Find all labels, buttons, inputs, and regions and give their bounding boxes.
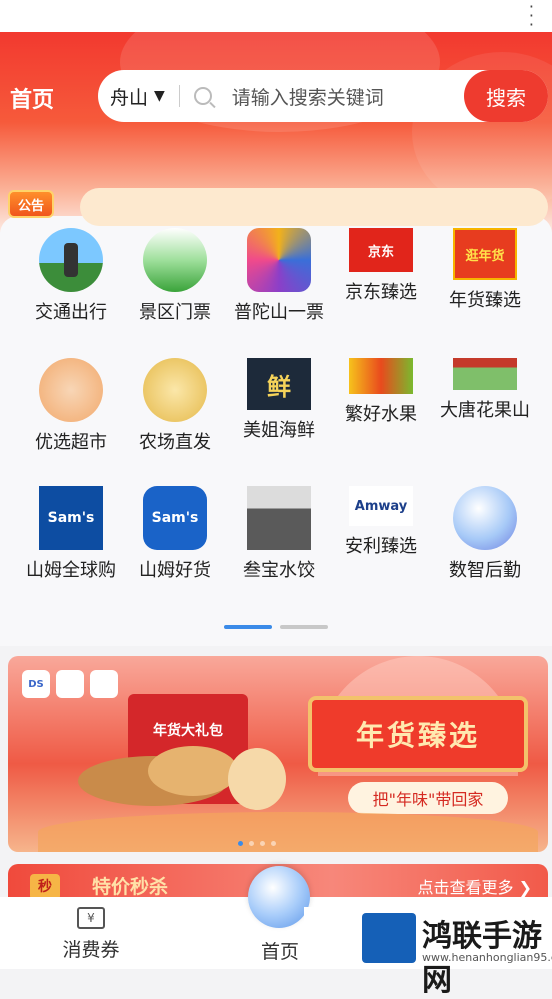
search-bar[interactable]: 舟山 ▼ 请输入搜索关键词 搜索	[98, 70, 548, 122]
flash-sale-more-link[interactable]: 点击查看更多 ❯	[418, 874, 533, 898]
banner-slogan: 把"年味"带回家	[348, 782, 508, 814]
grid-item-sams-goods[interactable]: Sam's 山姆好货	[123, 486, 227, 582]
sams-club-icon: Sam's	[39, 486, 103, 550]
new-year-goods-icon: 逛年货	[453, 228, 517, 280]
caret-down-icon: ▼	[154, 88, 165, 104]
search-icon	[193, 87, 212, 105]
grid-item-jd[interactable]: 京东 京东臻选	[329, 228, 433, 304]
banner-logos: DS	[22, 670, 118, 698]
grid-label: 数智后勤	[449, 560, 521, 581]
grid-item-supermarket[interactable]: 优选超市	[19, 358, 123, 454]
partner-logo-icon	[56, 670, 84, 698]
grid-label: 农场直发	[139, 432, 211, 453]
grid-item-logistics[interactable]: 数智后勤	[433, 486, 537, 582]
page-title: 首页	[10, 88, 55, 113]
grid-label: 京东臻选	[345, 282, 417, 303]
grid-label: 美姐海鲜	[243, 420, 315, 441]
grid-label: 交通出行	[35, 302, 107, 323]
grid-label: 繁好水果	[345, 404, 417, 425]
tab-home-label: 首页	[260, 941, 299, 963]
tab-home[interactable]: 首页	[250, 937, 310, 964]
walnuts-icon	[148, 746, 238, 796]
grid-label: 大唐花果山	[440, 400, 530, 421]
digital-logistics-icon	[453, 486, 517, 550]
dumpling-shop-icon	[247, 486, 311, 550]
grid-item-putuo[interactable]: 普陀山一票	[227, 228, 331, 324]
grid-pager	[224, 625, 328, 629]
flash-sale-title: 特价秒杀	[92, 876, 169, 898]
scenic-ticket-icon	[143, 228, 207, 292]
city-selector[interactable]: 舟山 ▼	[98, 83, 165, 110]
fruit-icon	[349, 358, 413, 394]
city-label: 舟山	[110, 86, 149, 109]
notice-badge: 公告	[8, 190, 54, 218]
grid-label: 景区门票	[139, 302, 211, 323]
watermark-url: www.henanhonglian95.com	[422, 951, 552, 964]
tab-coupon-label: 消费券	[62, 939, 120, 961]
promo-banner[interactable]: DS 年货大礼包 年货臻选 把"年味"带回家	[8, 656, 548, 852]
partner-logo-icon	[90, 670, 118, 698]
grid-item-scenic[interactable]: 景区门票	[123, 228, 227, 324]
banner-dot	[249, 841, 254, 846]
watermark-logo-icon	[362, 913, 416, 963]
more-vertical-icon[interactable]: · · ·	[529, 0, 534, 33]
grid-item-sams-global[interactable]: Sam's 山姆全球购	[19, 486, 123, 582]
search-button[interactable]: 搜索	[464, 70, 548, 122]
amway-logo-icon: Amway	[349, 486, 413, 526]
grid-label: 优选超市	[35, 432, 107, 453]
coupon-icon: ¥	[77, 907, 105, 929]
header: 首页 舟山 ▼ 请输入搜索关键词 搜索 公告	[0, 32, 552, 232]
banner-dot	[271, 841, 276, 846]
grid-item-farm[interactable]: 农场直发	[123, 358, 227, 454]
fruit-shop-icon	[453, 358, 517, 390]
grid-item-traffic[interactable]: 交通出行	[19, 228, 123, 324]
grid-label: 叁宝水饺	[243, 560, 315, 581]
traffic-light-icon	[39, 228, 103, 292]
grid-label: 安利臻选	[345, 536, 417, 557]
ds-logo-icon: DS	[22, 670, 50, 698]
watermark: 鸿联手游网 www.henanhonglian95.com	[304, 907, 552, 998]
grid-item-amway[interactable]: Amway 安利臻选	[329, 486, 433, 558]
pager-dot[interactable]	[280, 625, 328, 629]
divider	[178, 85, 180, 107]
notice-marquee[interactable]	[80, 188, 548, 226]
banner-stage	[38, 812, 538, 852]
banner-dots	[238, 841, 276, 846]
pager-dot-active[interactable]	[224, 625, 272, 629]
grid-item-seafood[interactable]: 鲜 美姐海鲜	[227, 358, 331, 442]
grid-label: 普陀山一票	[234, 302, 324, 323]
banner-dot-active	[238, 841, 243, 846]
tiger-mascot-icon	[228, 748, 286, 810]
grid-item-datang[interactable]: 大唐花果山	[433, 358, 537, 422]
supermarket-icon	[39, 358, 103, 422]
farm-icon	[143, 358, 207, 422]
grid-item-fruit[interactable]: 繁好水果	[329, 358, 433, 426]
tab-coupon[interactable]: ¥ 消费券	[56, 907, 126, 962]
banner-dot	[260, 841, 265, 846]
top-bar: · · ·	[0, 0, 552, 33]
putuoshan-icon	[247, 228, 311, 292]
grid-label: 山姆好货	[139, 560, 211, 581]
seafood-logo-icon: 鲜	[247, 358, 311, 410]
jd-logo-icon: 京东	[349, 228, 413, 272]
home-tab-bubble-icon[interactable]	[248, 866, 310, 928]
sams-club-thumb-icon: Sam's	[143, 486, 207, 550]
grid-item-newyear[interactable]: 逛年货 年货臻选	[433, 228, 537, 312]
grid-item-dumpling[interactable]: 叁宝水饺	[227, 486, 331, 582]
grid-label: 年货臻选	[449, 290, 521, 311]
banner-headline: 年货臻选	[308, 696, 528, 772]
grid-label: 山姆全球购	[26, 560, 116, 581]
